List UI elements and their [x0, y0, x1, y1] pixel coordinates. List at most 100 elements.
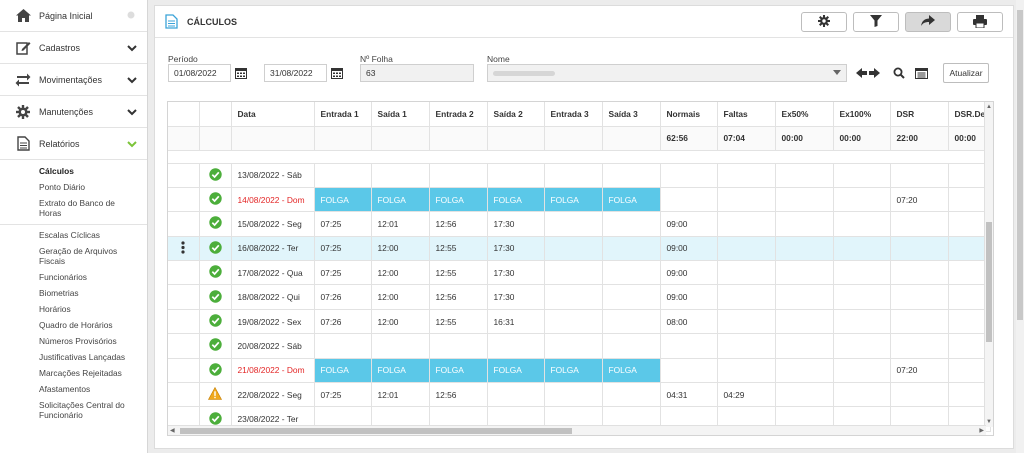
sub-item-funcionarios[interactable]: Funcionários: [0, 269, 147, 285]
time-cell[interactable]: 07:25: [314, 382, 372, 408]
status-cell[interactable]: [199, 284, 232, 310]
time-cell[interactable]: [717, 333, 776, 359]
sub-item-biometrias[interactable]: Biometrias: [0, 285, 147, 301]
end-date-input[interactable]: 31/08/2022: [264, 64, 327, 82]
table-row[interactable]: 15/08/2022 - Seg 07:25 12:01 12:56 17:30 09:0…: [168, 211, 991, 237]
status-cell[interactable]: [199, 333, 232, 359]
check-circle-icon[interactable]: [208, 241, 222, 256]
time-cell[interactable]: 07:20: [890, 358, 949, 384]
sub-item-geracao-arquivos-fiscais[interactable]: Geração de Arquivos Fiscais: [0, 243, 147, 269]
check-circle-icon[interactable]: [208, 167, 222, 183]
time-cell[interactable]: [775, 187, 834, 213]
check-circle-icon[interactable]: [208, 338, 222, 353]
time-cell[interactable]: [544, 260, 603, 286]
time-cell[interactable]: [717, 187, 776, 213]
time-cell[interactable]: [775, 236, 834, 262]
time-cell[interactable]: [487, 333, 545, 359]
time-cell[interactable]: [602, 333, 661, 359]
horizontal-scroll-thumb[interactable]: [180, 428, 572, 434]
col-header[interactable]: Saída 1: [371, 102, 430, 127]
time-cell[interactable]: 12:56: [429, 382, 488, 408]
table-row[interactable]: 19/08/2022 - Sex 07:26 12:00 12:55 16:31 08:0…: [168, 309, 991, 335]
date-cell[interactable]: 18/08/2022 - Qui: [231, 284, 315, 310]
table-row[interactable]: 16/08/2022 - Ter 07:25 12:00 12:55 17:30 09:0…: [168, 236, 991, 262]
date-cell[interactable]: 16/08/2022 - Ter: [231, 236, 315, 262]
time-cell[interactable]: 09:00: [660, 236, 718, 262]
status-cell[interactable]: [199, 382, 232, 408]
folha-input[interactable]: 63: [360, 64, 474, 82]
time-cell[interactable]: 07:25: [314, 236, 372, 262]
time-cell[interactable]: [833, 382, 891, 408]
date-cell[interactable]: 17/08/2022 - Qua: [231, 260, 315, 286]
time-cell[interactable]: [775, 382, 834, 408]
time-cell[interactable]: 12:55: [429, 309, 488, 335]
time-cell[interactable]: [833, 284, 891, 310]
time-cell[interactable]: [544, 236, 603, 262]
sub-item-ponto-diario[interactable]: Ponto Diário: [0, 179, 147, 195]
date-cell[interactable]: 13/08/2022 - Sáb: [231, 163, 315, 188]
date-cell[interactable]: 14/08/2022 - Dom: [231, 187, 315, 213]
time-cell[interactable]: [314, 333, 372, 359]
time-cell[interactable]: [660, 163, 718, 188]
time-cell[interactable]: [371, 163, 430, 188]
col-header[interactable]: Entrada 2: [429, 102, 488, 127]
sub-item-extrato-banco-horas[interactable]: Extrato do Banco de Horas: [0, 195, 147, 221]
time-cell[interactable]: 07:20: [890, 187, 949, 213]
time-cell[interactable]: 07:25: [314, 211, 372, 237]
scroll-left-icon[interactable]: ◀: [170, 426, 175, 435]
time-cell[interactable]: [775, 163, 834, 188]
time-cell[interactable]: 12:56: [429, 284, 488, 310]
time-cell[interactable]: FOLGA: [314, 187, 372, 213]
time-cell[interactable]: 09:00: [660, 284, 718, 310]
time-cell[interactable]: 12:00: [371, 260, 430, 286]
time-cell[interactable]: [314, 163, 372, 188]
time-cell[interactable]: [602, 260, 661, 286]
time-cell[interactable]: 07:26: [314, 284, 372, 310]
share-button[interactable]: [905, 12, 951, 32]
time-cell[interactable]: [717, 284, 776, 310]
table-row[interactable]: 18/08/2022 - Qui 07:26 12:00 12:56 17:30 09:0…: [168, 284, 991, 310]
time-cell[interactable]: 17:30: [487, 211, 545, 237]
row-menu-cell[interactable]: [168, 236, 200, 262]
time-cell[interactable]: [833, 163, 891, 188]
table-row[interactable]: 20/08/2022 - Sáb: [168, 333, 991, 359]
time-cell[interactable]: [602, 163, 661, 188]
vertical-scroll-thumb[interactable]: [986, 222, 992, 342]
print-button[interactable]: [957, 12, 1003, 32]
scroll-down-icon[interactable]: ▼: [986, 417, 992, 427]
time-cell[interactable]: [890, 163, 949, 188]
time-cell[interactable]: FOLGA: [429, 187, 488, 213]
warning-icon[interactable]: [207, 387, 223, 402]
start-date-input[interactable]: 01/08/2022: [168, 64, 231, 82]
kebab-menu-icon[interactable]: [181, 241, 185, 256]
time-cell[interactable]: [429, 333, 488, 359]
time-cell[interactable]: [544, 382, 603, 408]
time-cell[interactable]: [660, 187, 718, 213]
nav-pagina-inicial[interactable]: Página Inicial: [0, 0, 147, 32]
sub-item-justificativas[interactable]: Justificativas Lançadas: [0, 349, 147, 365]
time-cell[interactable]: [602, 236, 661, 262]
col-header[interactable]: Entrada 1: [314, 102, 372, 127]
time-cell[interactable]: [602, 211, 661, 237]
time-cell[interactable]: [717, 358, 776, 384]
nav-manutencoes[interactable]: Manutenções: [0, 96, 147, 128]
time-cell[interactable]: 16:31: [487, 309, 545, 335]
time-cell[interactable]: 12:55: [429, 236, 488, 262]
row-menu-cell[interactable]: [168, 309, 200, 335]
time-cell[interactable]: FOLGA: [544, 187, 603, 213]
time-cell[interactable]: [660, 333, 718, 359]
calendar-icon[interactable]: [331, 67, 343, 79]
time-cell[interactable]: 17:30: [487, 284, 545, 310]
time-cell[interactable]: [717, 211, 776, 237]
time-cell[interactable]: [429, 163, 488, 188]
time-cell[interactable]: [890, 309, 949, 335]
time-cell[interactable]: [775, 333, 834, 359]
table-row[interactable]: 17/08/2022 - Qua 07:25 12:00 12:55 17:30 09:0…: [168, 260, 991, 286]
time-cell[interactable]: [775, 260, 834, 286]
time-cell[interactable]: [775, 284, 834, 310]
time-cell[interactable]: [660, 358, 718, 384]
date-cell[interactable]: 15/08/2022 - Seg: [231, 211, 315, 237]
time-cell[interactable]: FOLGA: [544, 358, 603, 384]
time-cell[interactable]: [833, 187, 891, 213]
row-menu-cell[interactable]: [168, 163, 200, 188]
